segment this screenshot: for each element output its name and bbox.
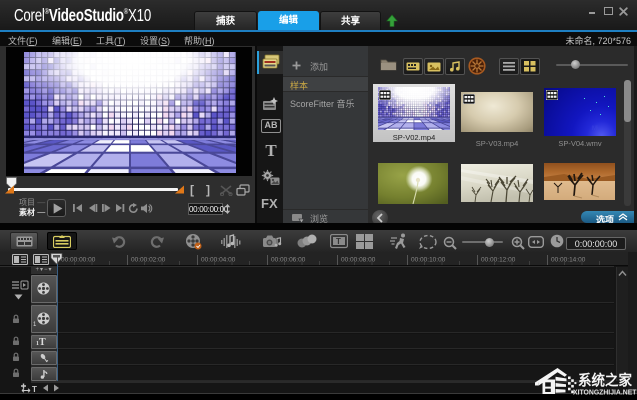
svg-text:T: T [32,385,37,393]
svg-text:00:00:00:00: 00:00:00:00 [61,257,96,264]
svg-text:00:00:06:00: 00:00:06:00 [271,257,306,264]
svg-text:00:00:10:00: 00:00:10:00 [411,257,446,264]
svg-text:Mi: Mi [592,126,598,132]
svg-text:00:00:04:00: 00:00:04:00 [201,257,236,264]
svg-text:00:00:12:00: 00:00:12:00 [481,257,516,264]
svg-text:XITONGZHIJIA.NET: XITONGZHIJIA.NET [573,388,637,397]
svg-text:00:00:02:00: 00:00:02:00 [131,257,166,264]
svg-text:T: T [336,237,341,246]
svg-text:00:00:14:00: 00:00:14:00 [551,257,586,264]
svg-text:00:00:08:00: 00:00:08:00 [341,257,376,264]
